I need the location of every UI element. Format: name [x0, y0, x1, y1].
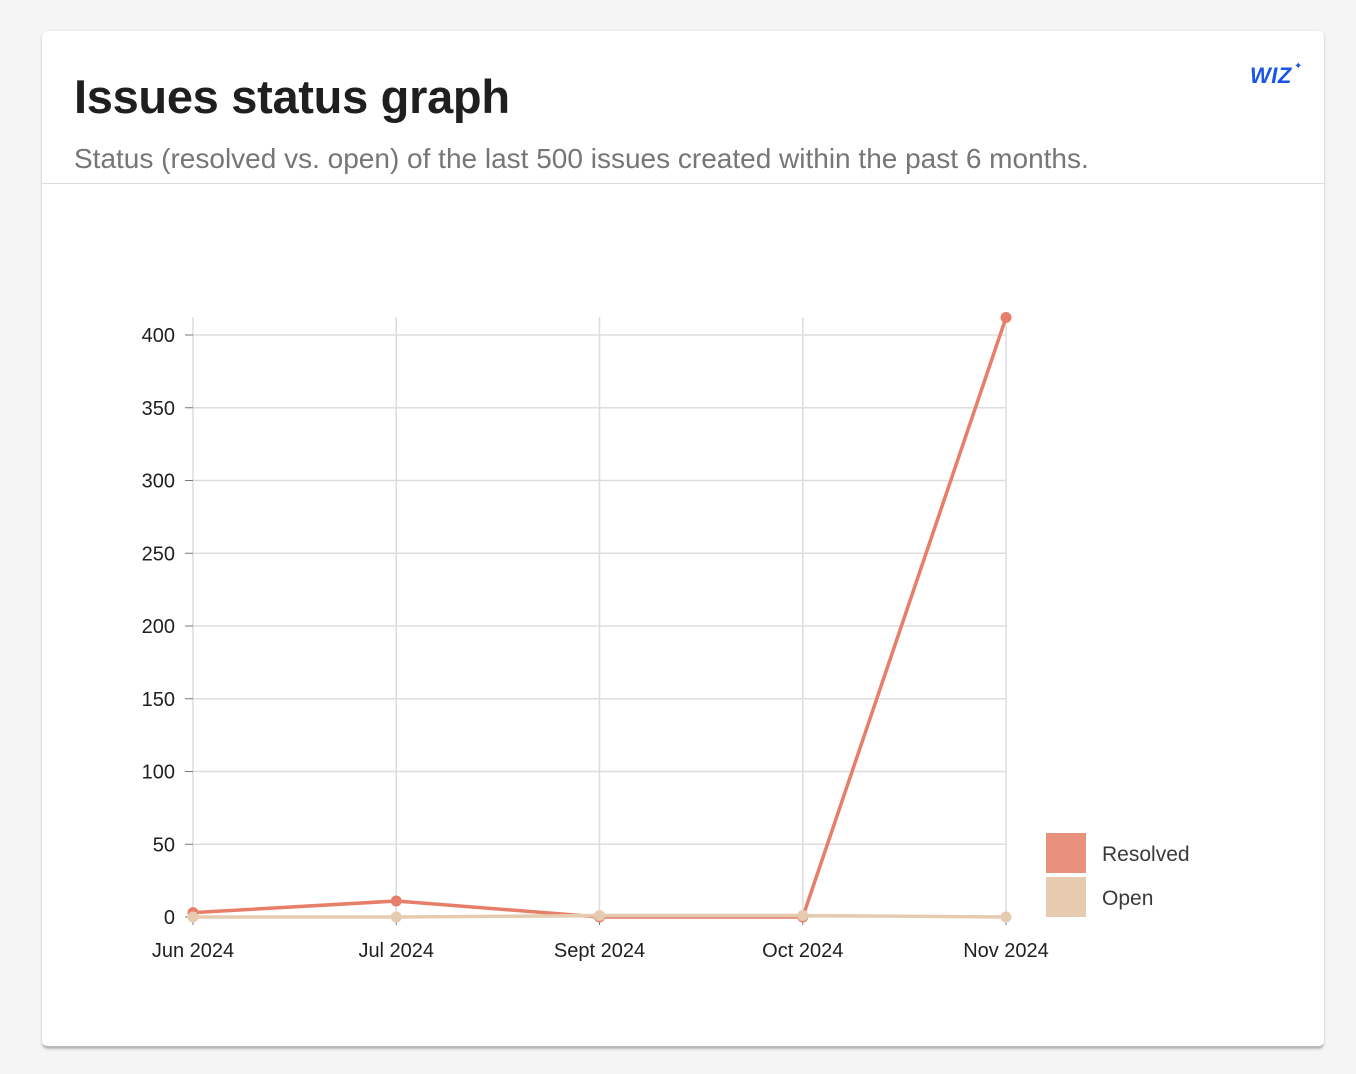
axis-layer: 0 50 100 150 200 250 300 350 400 Jun 2024 Jul 2024…: [142, 325, 1049, 962]
grid-layer: [192, 317, 1007, 918]
y-tick-label: 0: [164, 907, 175, 929]
legend-swatch-open[interactable]: [1046, 877, 1086, 917]
x-tick-label: Nov 2024: [963, 940, 1049, 962]
y-tick-label: 250: [142, 543, 175, 565]
issues-line-chart: 0 50 100 150 200 250 300 350 400 Jun 2024 Jul 2024…: [142, 312, 1190, 962]
legend-swatch-resolved[interactable]: [1046, 833, 1086, 873]
x-tick-label: Jun 2024: [152, 940, 234, 962]
y-tick-label: 300: [142, 471, 175, 493]
data-point-resolved[interactable]: [1000, 312, 1012, 324]
x-tick-label: Jul 2024: [358, 940, 434, 962]
x-tick-label: Oct 2024: [762, 940, 843, 962]
data-point-open[interactable]: [797, 910, 809, 922]
y-tick-label: 200: [142, 616, 175, 638]
data-point-open[interactable]: [1000, 911, 1012, 923]
data-point-resolved[interactable]: [390, 895, 402, 907]
data-point-open[interactable]: [390, 911, 402, 923]
y-tick-label: 400: [142, 325, 175, 347]
x-tick-label: Sept 2024: [554, 940, 645, 962]
data-point-open[interactable]: [187, 911, 199, 923]
y-tick-label: 350: [142, 398, 175, 420]
y-tick-label: 150: [142, 689, 175, 711]
legend-label-open[interactable]: Open: [1102, 887, 1153, 910]
y-tick-label: 100: [142, 762, 175, 784]
legend-layer: Resolved Open: [1046, 833, 1190, 917]
legend-label-resolved[interactable]: Resolved: [1102, 843, 1190, 866]
data-point-open[interactable]: [594, 910, 605, 922]
y-tick-label: 50: [153, 834, 175, 856]
